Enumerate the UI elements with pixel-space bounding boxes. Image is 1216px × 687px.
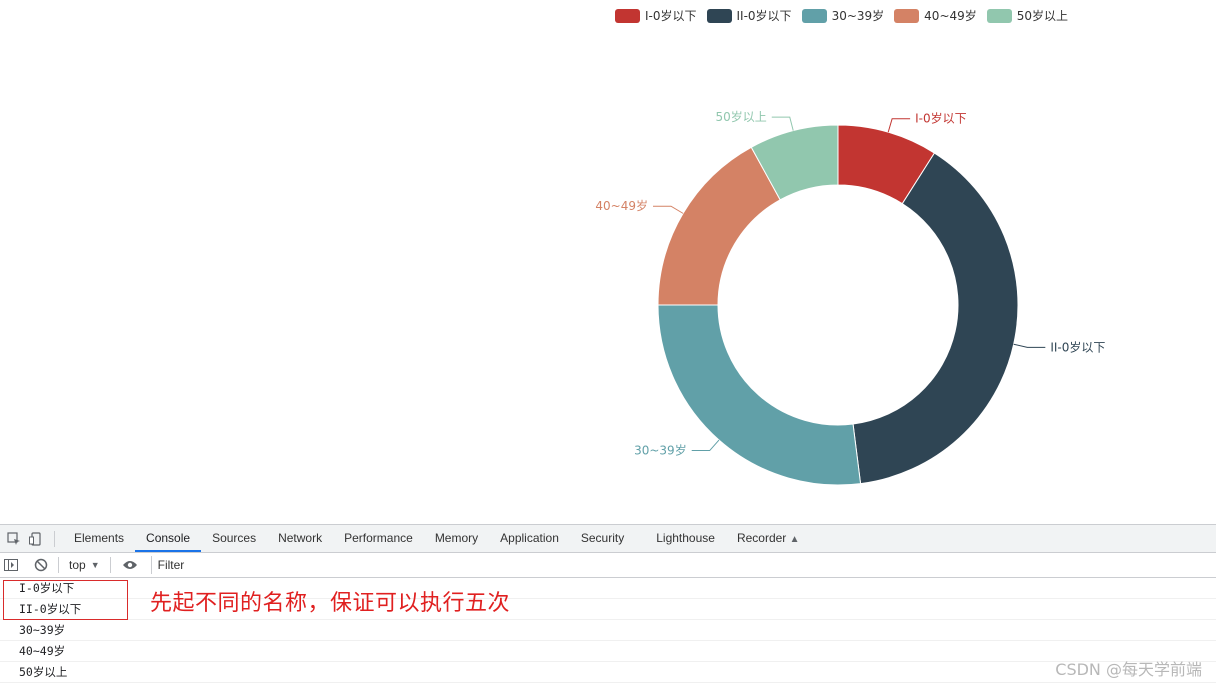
tab-sources[interactable]: Sources <box>201 525 267 552</box>
context-selector[interactable]: top ▼ <box>65 558 104 572</box>
tab-network[interactable]: Network <box>267 525 333 552</box>
donut-slice[interactable] <box>852 152 1019 485</box>
divider <box>109 557 111 573</box>
console-log-line: 50岁以上 <box>0 662 1216 683</box>
slice-label: 40~49岁 <box>595 198 648 213</box>
console-log-line: 40~49岁 <box>0 641 1216 662</box>
devtools-tabbar: Elements Console Sources Network Perform… <box>0 525 1216 553</box>
label-line <box>887 118 911 133</box>
watermark: CSDN @每天学前端 <box>1055 660 1202 679</box>
tab-elements[interactable]: Elements <box>63 525 135 552</box>
label-line <box>653 205 684 214</box>
donut-slice[interactable] <box>657 146 781 306</box>
divider <box>54 530 55 547</box>
sidebar-toggle-icon[interactable] <box>2 556 20 574</box>
context-value: top <box>69 558 86 572</box>
label-line <box>771 116 794 131</box>
annotation-text: 先起不同的名称，保证可以执行五次 <box>150 591 511 616</box>
slice-label: I-0岁以下 <box>915 111 967 126</box>
console-toolbar: top ▼ Filter <box>0 553 1216 578</box>
tab-memory[interactable]: Memory <box>424 525 489 552</box>
chart-area: I-0岁以下 II-0岁以下 30~39岁 40~49岁 50岁以上 I-0岁以… <box>0 0 1216 524</box>
tab-recorder-label: Recorder <box>736 531 787 545</box>
tab-console[interactable]: Console <box>135 525 202 552</box>
dropdown-arrow-icon: ▼ <box>90 560 100 570</box>
slice-label: II-0岁以下 <box>1050 339 1105 354</box>
label-line <box>1013 343 1046 348</box>
console-log-line: 30~39岁 <box>0 620 1216 641</box>
filter-input[interactable]: Filter <box>150 556 184 574</box>
flask-icon: ▲ <box>789 534 800 545</box>
label-line <box>691 439 720 452</box>
device-toolbar-icon[interactable] <box>28 531 44 547</box>
eye-icon[interactable] <box>121 556 139 574</box>
tab-security[interactable]: Security <box>570 525 635 552</box>
divider <box>58 557 59 573</box>
donut-chart: I-0岁以下 II-0岁以下 30~39岁 40~49岁 50岁以上 <box>595 109 1105 486</box>
inspect-element-icon[interactable] <box>6 531 22 547</box>
tab-recorder[interactable]: Recorder ▲ <box>726 525 811 552</box>
tab-lighthouse[interactable]: Lighthouse <box>645 525 726 552</box>
slice-label: 30~39岁 <box>634 443 687 458</box>
slice-label: 50岁以上 <box>715 109 766 124</box>
annotation-highlight-box <box>3 580 128 620</box>
tab-performance[interactable]: Performance <box>333 525 424 552</box>
clear-console-icon[interactable] <box>32 556 50 574</box>
donut-slice[interactable] <box>657 304 862 486</box>
tab-application[interactable]: Application <box>489 525 570 552</box>
